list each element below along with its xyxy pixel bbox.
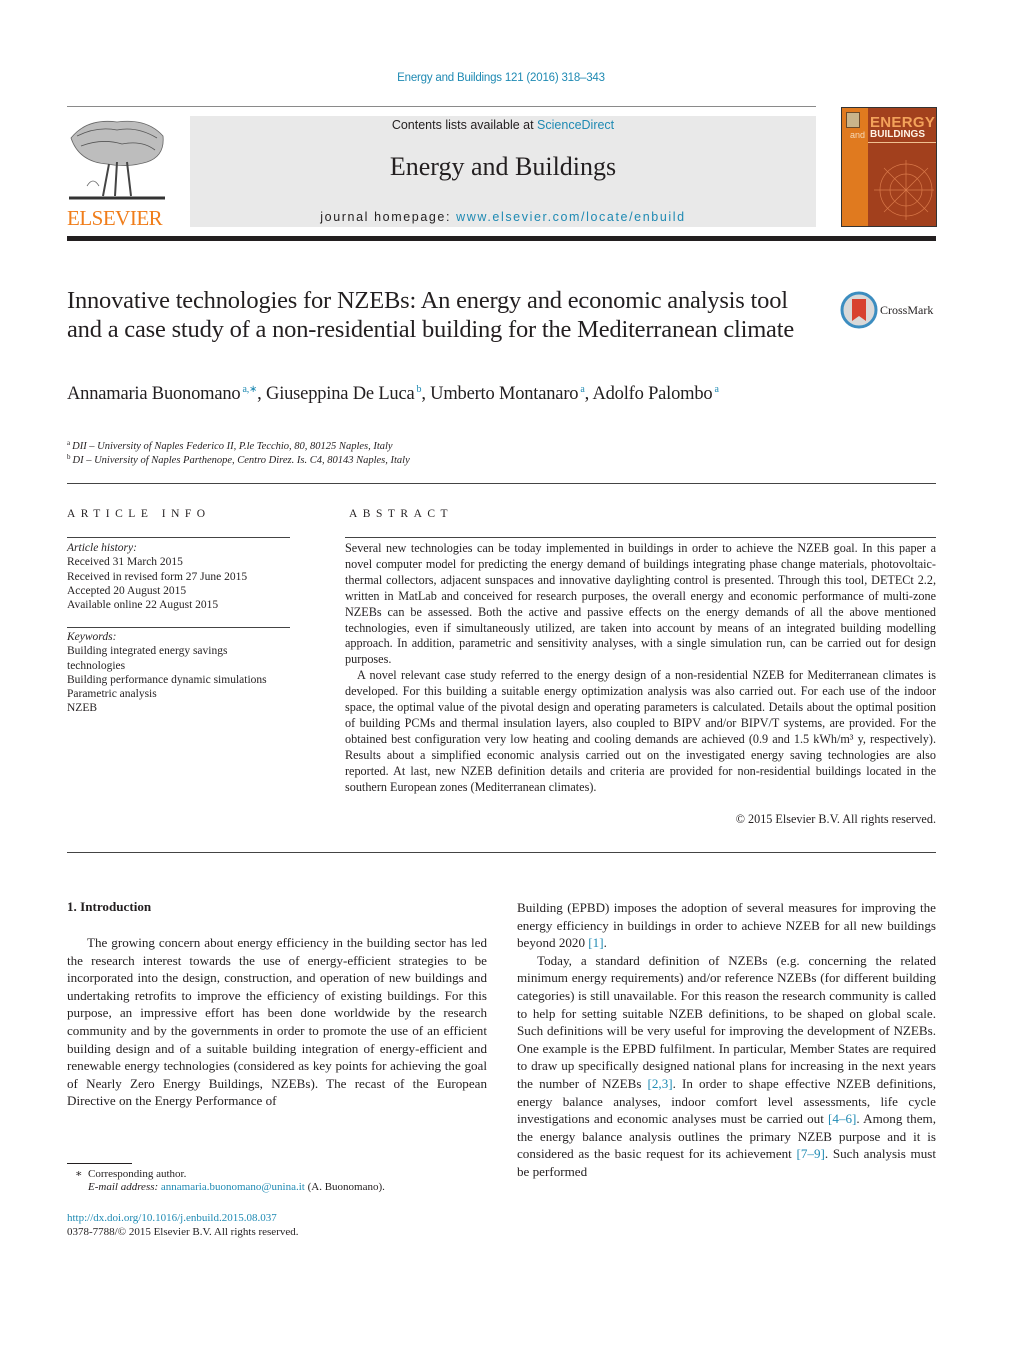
email-link[interactable]: annamaria.buonomano@unina.it — [161, 1181, 305, 1193]
affiliation: b DI – University of Naples Parthenope, C… — [67, 453, 410, 466]
section-rule — [67, 852, 936, 853]
abstract-body: Several new technologies can be today im… — [345, 541, 936, 796]
abstract-copyright: © 2015 Elsevier B.V. All rights reserved… — [735, 812, 936, 826]
author-affiliation-marker[interactable]: a — [580, 384, 584, 395]
cover-graphic — [874, 160, 934, 220]
article-title: Innovative technologies for NZEBs: An en… — [67, 287, 795, 343]
affiliation-key: b — [67, 453, 71, 461]
abstract-paragraph: A novel relevant case study referred to … — [345, 668, 936, 794]
section-rule — [67, 483, 936, 484]
email-suffix: (A. Buonomano). — [304, 1181, 385, 1193]
paragraph-text: Today, a standard definition of NZEBs (e… — [517, 952, 936, 1091]
corresponding-author-note: ∗ Corresponding author. — [75, 1167, 186, 1180]
reference-link[interactable]: [1] — [588, 935, 603, 950]
affiliation-text: DII – University of Naples Federico II, … — [72, 441, 393, 452]
keyword-item: Parametric analysis — [67, 688, 157, 701]
paragraph-text: Building (EPBD) imposes the adoption of … — [517, 900, 936, 951]
history-item: Received 31 March 2015 — [67, 556, 183, 569]
paragraph-text: . — [603, 935, 607, 951]
author-list: Annamaria Buonomano a,∗, Giuseppina De Lu… — [67, 384, 719, 404]
journal-citation-link[interactable]: Energy and Buildings 121 (2016) 318–343 — [0, 72, 1002, 84]
author-affiliation-marker[interactable]: b — [417, 384, 422, 395]
author-name[interactable]: Umberto Montanaro — [430, 384, 578, 404]
email-label: E-mail address: — [88, 1181, 161, 1193]
abstract-paragraph: Several new technologies can be today im… — [345, 541, 936, 667]
keyword-item: NZEB — [67, 702, 98, 715]
keyword-item: Building performance dynamic simulations — [67, 673, 267, 686]
homepage-link[interactable]: www.elsevier.com/locate/enbuild — [456, 210, 686, 224]
elsevier-wordmark: ELSEVIER — [67, 206, 163, 230]
abstract-rule — [345, 537, 936, 538]
footnote-text: Corresponding author. — [87, 1168, 187, 1180]
article-history-label: Article history: — [67, 542, 137, 554]
article-info-rule — [67, 537, 290, 538]
contents-prefix: Contents lists available at — [391, 118, 538, 132]
keyword-item: Building integrated energy savings techn… — [67, 645, 228, 672]
cover-rule — [868, 142, 936, 143]
footnote-rule — [67, 1163, 132, 1164]
keywords: Keywords: Building integrated energy sav… — [67, 630, 297, 716]
cover-title-buildings: BUILDINGS — [870, 129, 925, 140]
header-thick-rule — [67, 236, 936, 241]
section-heading-introduction: 1. Introduction — [67, 899, 152, 914]
affiliation: a DII – University of Naples Federico II,… — [67, 439, 393, 452]
author-name[interactable]: Adolfo Palombo — [592, 384, 712, 404]
footnote-mark: ∗ — [75, 1168, 83, 1180]
history-item: Accepted 20 August 2015 — [67, 584, 187, 597]
issn-copyright: 0378-7788/© 2015 Elsevier B.V. All right… — [67, 1226, 299, 1238]
abstract-heading: ABSTRACT — [349, 508, 454, 520]
tree-icon — [69, 120, 165, 200]
body-paragraph: Building (EPBD) imposes the adoption of … — [517, 899, 936, 952]
affiliation-text: DI – University of Naples Parthenope, Ce… — [72, 455, 410, 466]
history-item: Received in revised form 27 June 2015 — [67, 570, 248, 583]
journal-title: Energy and Buildings — [389, 152, 617, 181]
email-note: E-mail address: annamaria.buonomano@unin… — [88, 1181, 385, 1193]
reference-link[interactable]: [7–9] — [797, 1146, 825, 1161]
affiliation-key: a — [67, 439, 71, 447]
author-name[interactable]: Annamaria Buonomano — [67, 384, 241, 404]
author-affiliation-marker[interactable]: a — [714, 384, 718, 395]
crossmark-icon — [840, 291, 878, 329]
journal-cover-image[interactable]: ENERGY and BUILDINGS — [841, 107, 937, 227]
reference-link[interactable]: [2,3] — [648, 1076, 673, 1091]
homepage-prefix: journal homepage: — [320, 210, 457, 224]
article-history: Article history: Received 31 March 2015 … — [67, 541, 297, 612]
cover-title-and: and — [850, 130, 866, 140]
journal-homepage: journal homepage: www.elsevier.com/locat… — [190, 210, 816, 224]
history-item: Available online 22 August 2015 — [67, 599, 219, 612]
header-rule — [67, 106, 816, 107]
keywords-label: Keywords: — [67, 631, 117, 643]
body-column-left: The growing concern about energy efficie… — [67, 934, 487, 1110]
contents-line: Contents lists available at ScienceDirec… — [190, 118, 816, 132]
cover-publisher-mark — [846, 112, 860, 128]
crossmark-label: CrossMark — [880, 303, 934, 317]
crossmark-button[interactable]: CrossMark — [840, 291, 940, 331]
author-affiliation-marker[interactable]: a,∗ — [242, 384, 257, 395]
article-info-heading: ARTICLE INFO — [67, 508, 211, 520]
body-paragraph: Today, a standard definition of NZEBs (e… — [517, 952, 936, 1181]
body-column-right: Building (EPBD) imposes the adoption of … — [517, 899, 936, 1181]
body-paragraph: The growing concern about energy efficie… — [67, 935, 487, 1109]
doi-link[interactable]: http://dx.doi.org/10.1016/j.enbuild.2015… — [67, 1212, 277, 1224]
sciencedirect-link[interactable]: ScienceDirect — [537, 118, 614, 132]
author-name[interactable]: Giuseppina De Luca — [266, 384, 415, 404]
reference-link[interactable]: [4–6] — [828, 1111, 856, 1126]
keywords-rule — [67, 627, 290, 628]
